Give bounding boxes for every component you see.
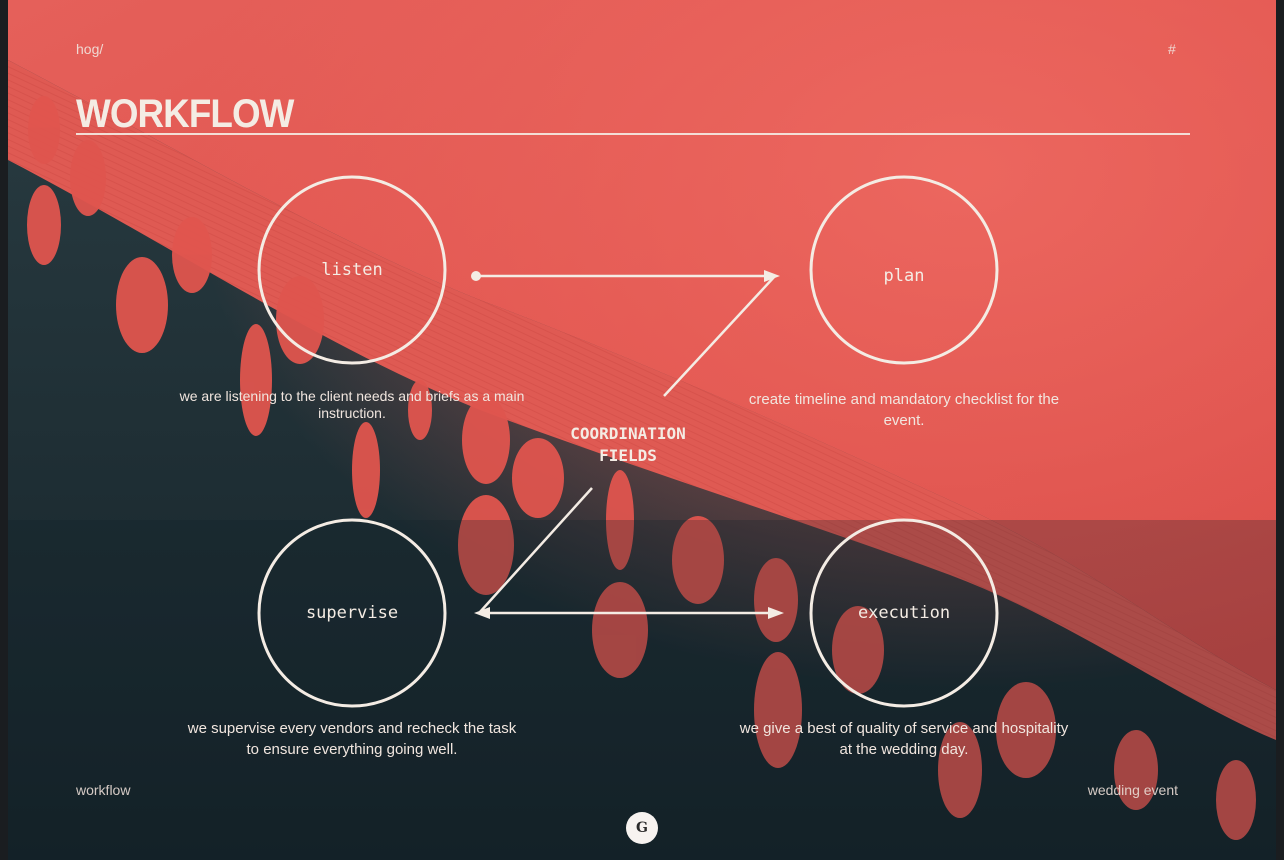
node-desc-execution-line1: we give a best of quality of service and… (739, 720, 1069, 737)
coordination-fields-label: COORDINATION FIELDS (528, 423, 728, 467)
arrow-right-icon (768, 607, 784, 619)
footer-section-label: workflow (76, 782, 131, 798)
node-desc-plan: create timeline and mandatory checklist … (748, 391, 1060, 429)
footer-event-label: wedding event (1087, 782, 1178, 798)
node-desc-supervise-line2: to ensure everything going well. (246, 741, 458, 758)
node-label-supervise: supervise (305, 603, 399, 623)
node-label-plan: plan (883, 266, 925, 286)
center-label-line2: FIELDS (599, 446, 657, 465)
node-label-listen: listen (321, 260, 383, 280)
node-desc-listen: we are listening to the client needs and… (179, 388, 525, 421)
node-desc-execution-line2: at the wedding day. (839, 741, 969, 758)
page-badge-letter: G (636, 820, 648, 836)
connector-plan-center (663, 275, 776, 397)
connector-center-supervise (479, 487, 593, 613)
node-label-execution: execution (857, 603, 951, 623)
node-desc-supervise-line1: we supervise every vendors and recheck t… (187, 720, 517, 737)
node-desc-execution: we give a best of quality of service and… (704, 718, 1104, 760)
slide: hog/ # WORKFLOW listen plan supervise ex… (0, 0, 1284, 860)
node-desc-supervise: we supervise every vendors and recheck t… (152, 718, 552, 760)
center-label-line1: COORDINATION (570, 424, 686, 443)
monogram-badge-icon[interactable]: G (626, 812, 658, 844)
